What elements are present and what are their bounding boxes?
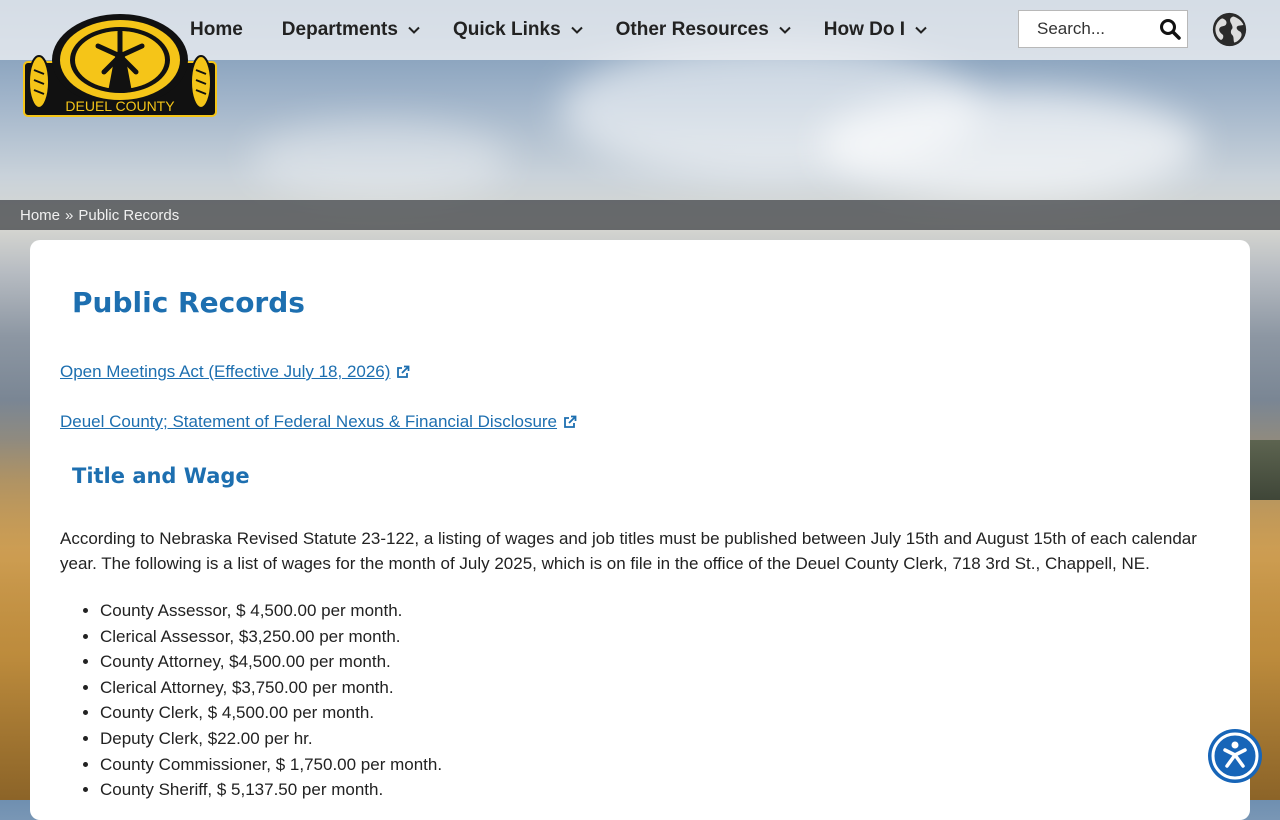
wage-list-item: County Commissioner, $ 1,750.00 per mont… [100,752,442,778]
nav-how-do-i[interactable]: How Do I [824,19,928,41]
breadcrumb-separator: » [65,206,74,224]
nav-departments-label: Departments [281,19,398,40]
globe-icon[interactable] [1211,11,1248,48]
external-link-icon [397,365,410,378]
wage-list-item: County Assessor, $ 4,500.00 per month. [100,598,442,624]
sky-cloud [820,90,1200,200]
nav-how-do-i-label: How Do I [823,19,906,40]
wage-list-item: Clerical Assessor, $3,250.00 per month. [100,624,442,650]
wage-list-item: County Sheriff, $ 5,137.50 per month. [100,777,442,803]
search-input[interactable] [1035,18,1159,40]
wage-list-item: County Clerk, $ 4,500.00 per month. [100,700,442,726]
section-title-wages: Title and Wage [72,464,250,488]
federal-nexus-disclosure-link-label: Deuel County; Statement of Federal Nexus… [60,412,558,431]
search-box [1018,10,1188,48]
farm-background [1250,440,1280,500]
breadcrumb-current: Public Records [78,206,180,224]
nav-other-resources[interactable]: Other Resources [616,19,792,41]
nav-quick-links[interactable]: Quick Links [453,19,584,41]
wages-intro-text: According to Nebraska Revised Statute 23… [60,529,1197,573]
wage-list-item: Deputy Clerk, $22.00 per hr. [100,726,442,752]
sky-cloud [250,120,510,200]
external-link-icon [564,415,577,428]
search-icon[interactable] [1159,18,1181,40]
accessibility-icon[interactable] [1207,728,1263,784]
wage-list-item: County Attorney, $4,500.00 per month. [100,649,442,675]
nav-other-resources-label: Other Resources [615,19,769,40]
breadcrumb: Home » Public Records [0,200,1280,230]
open-meetings-act-link[interactable]: Open Meetings Act (Effective July 18, 20… [60,362,410,382]
content-card: Public Records Open Meetings Act (Effect… [30,240,1250,820]
breadcrumb-home[interactable]: Home [20,207,60,224]
chevron-down-icon [779,26,791,34]
chevron-down-icon [915,26,927,34]
deuel-county-logo[interactable]: DEUEL COUNTY [22,14,218,118]
chevron-down-icon [570,26,583,34]
logo-text: DEUEL COUNTY [65,98,175,114]
nav-quick-links-label: Quick Links [452,19,561,40]
chevron-down-icon [408,26,420,34]
page-title: Public Records [72,286,305,319]
open-meetings-act-link-label: Open Meetings Act (Effective July 18, 20… [60,362,391,381]
main-nav: Home Departments Quick Links Other Resou… [190,0,928,60]
federal-nexus-disclosure-link[interactable]: Deuel County; Statement of Federal Nexus… [60,412,577,432]
wage-list: County Assessor, $ 4,500.00 per month. C… [60,598,442,803]
wage-list-item: Clerical Attorney, $3,750.00 per month. [100,675,442,701]
nav-departments[interactable]: Departments [282,19,421,41]
